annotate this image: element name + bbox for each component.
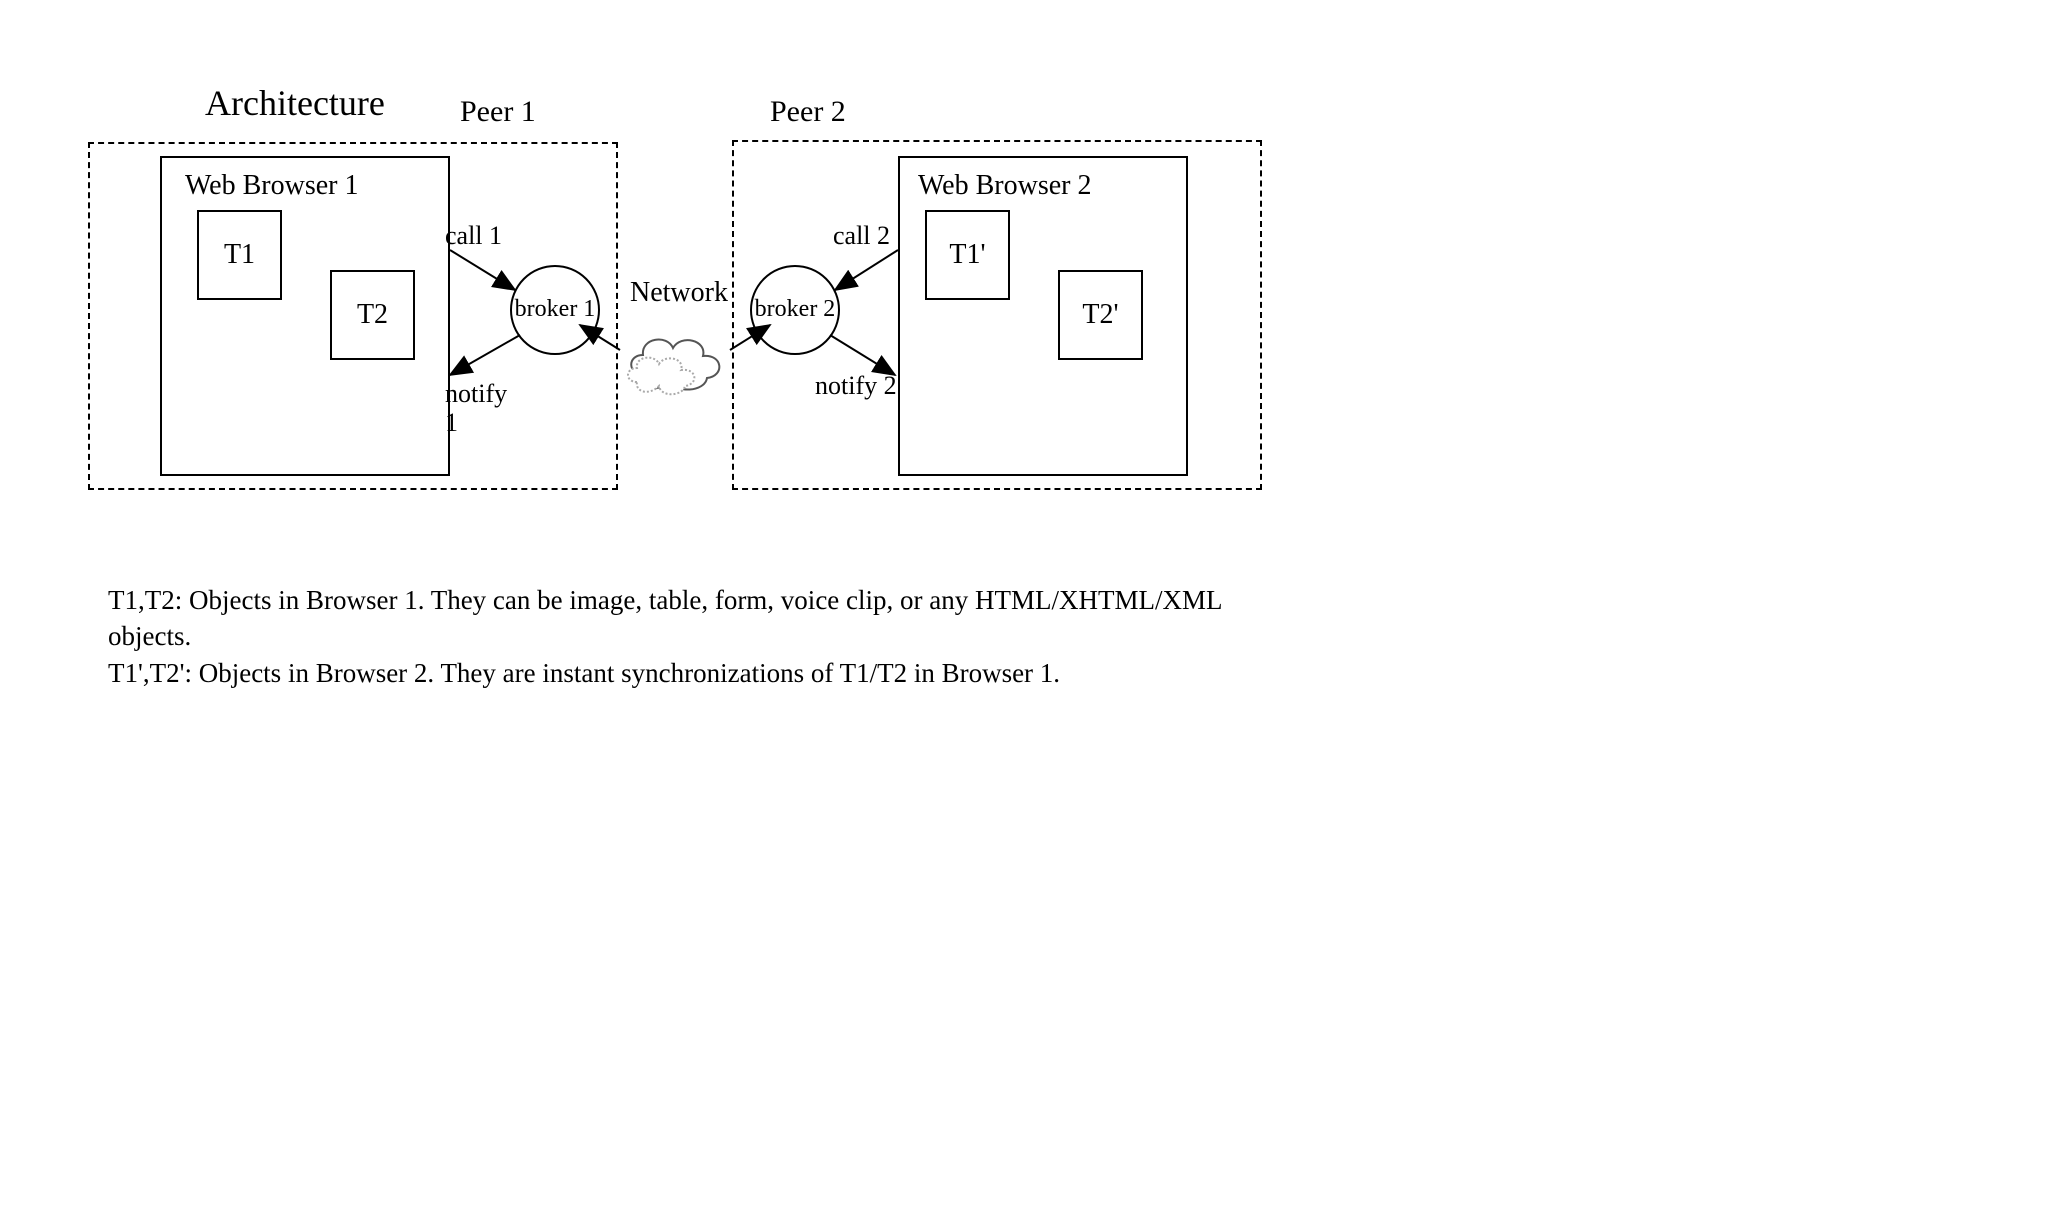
call1-label: call 1 [445,222,502,251]
diagram-title: Architecture [205,82,385,124]
network-label: Network [630,277,728,309]
peer1-label: Peer 1 [460,95,536,129]
caption-line2: T1',T2': Objects in Browser 2. They are … [108,655,1258,691]
t1p-box: T1' [925,210,1010,300]
t2p-text: T2' [1082,299,1118,331]
peer2-label: Peer 2 [770,95,846,129]
t1-box: T1 [197,210,282,300]
browser2-box [898,156,1188,476]
network-cloud-icon [615,320,735,400]
notify1-label: notify 1 [445,380,525,437]
t1p-text: T1' [949,239,985,271]
t2-box: T2 [330,270,415,360]
notify2-label: notify 2 [815,372,897,401]
browser1-label: Web Browser 1 [185,170,358,202]
browser2-label: Web Browser 2 [918,170,1091,202]
broker1-node: broker 1 [510,265,600,355]
t2-text: T2 [357,299,388,331]
call2-label: call 2 [833,222,890,251]
broker2-node: broker 2 [750,265,840,355]
broker2-text: broker 2 [755,297,836,322]
caption: T1,T2: Objects in Browser 1. They can be… [108,582,1258,691]
t1-text: T1 [224,239,255,271]
t2p-box: T2' [1058,270,1143,360]
broker1-text: broker 1 [515,297,596,322]
architecture-diagram: Architecture Peer 1 Peer 2 Web Browser 1… [0,0,2049,1210]
caption-line1: T1,T2: Objects in Browser 1. They can be… [108,582,1258,655]
